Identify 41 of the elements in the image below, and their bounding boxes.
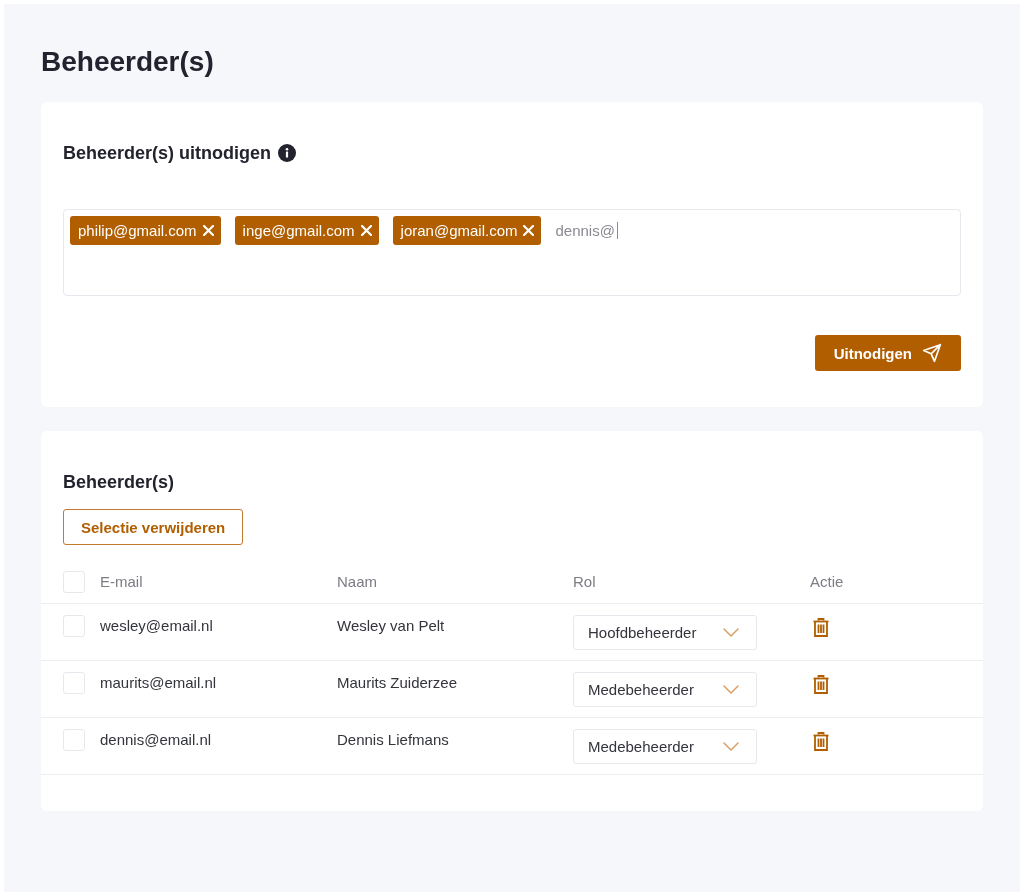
column-header: E-mail [100,572,143,592]
close-icon[interactable] [523,225,535,236]
email-input-field[interactable]: philip@gmail.com inge@gmail.com joran@gmail.com dennis@ [63,209,961,296]
section-title: Beheerder(s) uitnodigen [63,142,272,164]
column-header: Rol [573,572,596,592]
email-cell-text: maurits@email.nl [100,673,217,693]
invite-button[interactable]: Uitnodigen [814,335,961,371]
tag-label: joran@gmail.com [400,220,518,241]
name-cell-text: Wesley van Pelt [337,616,445,636]
chevron-down-icon [723,742,739,751]
role-value: Medebeheerder [588,738,694,755]
checkbox[interactable] [63,571,85,593]
role-value: Medebeheerder [588,681,694,698]
tag-label: philip@gmail.com [78,220,197,241]
name-cell-text: Maurits Zuiderzee [337,673,458,693]
role-dropdown[interactable]: Medebeheerder [573,729,757,764]
typed-text: dennis@ [555,220,615,241]
delete-selection-button[interactable]: Selectie verwijderen [63,509,244,545]
trash-icon[interactable] [813,732,829,751]
trash-icon[interactable] [813,675,829,694]
column-header: Actie [810,572,844,592]
role-dropdown[interactable]: Medebeheerder [573,672,757,707]
close-icon[interactable] [360,225,372,236]
email-cell-text: dennis@email.nl [100,730,212,750]
trash-icon[interactable] [813,618,829,637]
column-header: Naam [337,572,377,592]
checkbox[interactable] [63,672,85,694]
chevron-down-icon [723,685,739,694]
email-cell-text: wesley@email.nl [100,616,213,636]
checkbox[interactable] [63,729,85,751]
tag-label: inge@gmail.com [242,220,355,241]
close-icon[interactable] [202,225,214,236]
chevron-down-icon [723,628,739,637]
name-cell-text: Dennis Liefmans [337,730,449,750]
checkbox[interactable] [63,615,85,637]
page-title: Beheerder(s) [41,45,214,79]
section-title: Beheerder(s) [63,471,175,493]
role-dropdown[interactable]: Hoofdbeheerder [573,615,757,650]
role-value: Hoofdbeheerder [588,624,697,641]
info-icon[interactable] [278,144,297,162]
send-icon [922,343,942,363]
